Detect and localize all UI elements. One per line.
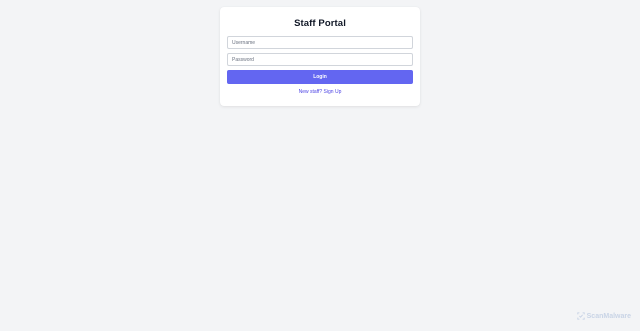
login-card: Staff Portal Login New staff? Sign Up bbox=[220, 7, 420, 106]
watermark: ScanMalware bbox=[576, 312, 631, 320]
signup-link[interactable]: New staff? Sign Up bbox=[220, 89, 420, 95]
scanmalware-logo-icon bbox=[576, 312, 585, 320]
page-title: Staff Portal bbox=[294, 18, 346, 29]
username-input[interactable] bbox=[227, 36, 413, 49]
password-input[interactable] bbox=[227, 53, 413, 66]
watermark-text: ScanMalware bbox=[586, 312, 631, 320]
login-button[interactable]: Login bbox=[227, 70, 413, 84]
